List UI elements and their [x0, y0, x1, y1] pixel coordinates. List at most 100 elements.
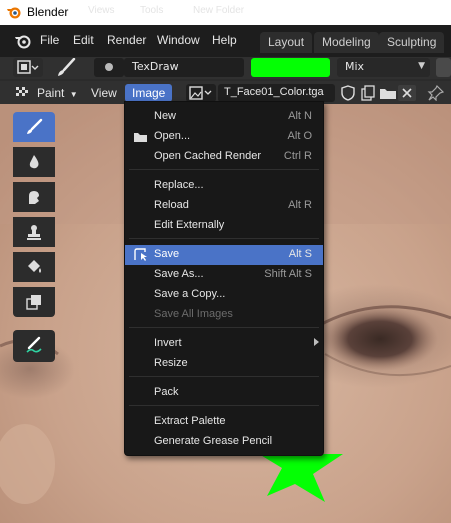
image-name-field[interactable]: T_Face01_Color.tga — [218, 84, 335, 102]
top-menu-bar: File Edit Render Window Help Layout Mode… — [0, 25, 451, 57]
chevron-down-icon: ▼ — [69, 90, 78, 99]
annotate-pencil-icon — [26, 336, 42, 353]
pin-icon[interactable] — [426, 85, 444, 101]
menu-item-label: New — [154, 110, 177, 122]
submenu-arrow-icon — [314, 338, 319, 346]
blend-mode-select[interactable]: Mix ▼ — [337, 58, 430, 77]
tool-settings-bar: TexDraw Mix ▼ — [0, 57, 451, 79]
menu-item-label: Resize — [154, 357, 188, 369]
menu-item-shortcut: Ctrl R — [283, 150, 312, 162]
mode-label: Paint — [37, 86, 65, 100]
menu-item-label: Replace... — [154, 179, 204, 191]
menu-item-open-cached-render[interactable]: Open Cached Render Ctrl R — [125, 147, 323, 167]
menu-item-save-a-copy[interactable]: Save a Copy... — [125, 285, 323, 305]
fill-bucket-icon — [28, 260, 41, 273]
tab-modeling[interactable]: Modeling — [314, 32, 379, 53]
menu-item-shortcut: Shift Alt S — [264, 268, 312, 280]
folder-icon — [134, 133, 147, 142]
fake-user-shield-icon[interactable] — [339, 85, 357, 101]
duplicate-image-icon[interactable] — [359, 85, 377, 101]
menu-item-new[interactable]: New Alt N — [125, 107, 323, 127]
menu-item-label: Save As... — [154, 268, 204, 280]
menu-item-shortcut: Alt S — [288, 248, 312, 260]
menu-separator — [129, 169, 319, 170]
menu-item-label: Reload — [154, 199, 189, 211]
tool-draw[interactable] — [13, 112, 55, 142]
menu-item-label: Generate Grease Pencil — [154, 435, 273, 447]
clone-stamp-icon — [27, 225, 41, 240]
menu-file[interactable]: File — [40, 33, 59, 47]
tab-layout[interactable]: Layout — [260, 32, 313, 53]
menu-item-pack[interactable]: Pack — [125, 383, 323, 403]
menu-separator — [129, 327, 319, 328]
blender-logo-icon — [7, 7, 21, 19]
image-menu-dropdown: New Alt N Open... Alt O Open Cached Render Ct… — [124, 101, 324, 456]
tab-sculpting[interactable]: Sculpting — [379, 32, 445, 53]
radius-field[interactable] — [436, 58, 451, 77]
tool-fill[interactable] — [13, 252, 55, 282]
menu-render[interactable]: Render — [107, 33, 146, 47]
menu-separator — [129, 376, 319, 377]
menu-item-resize[interactable]: Resize — [125, 354, 323, 374]
brush-name-field[interactable]: TexDraw — [124, 58, 244, 77]
brush-preview[interactable] — [94, 58, 124, 77]
menu-item-edit-externally[interactable]: Edit Externally — [125, 216, 323, 236]
tool-mask[interactable] — [13, 287, 55, 317]
menu-item-extract-palette[interactable]: Extract Palette — [125, 412, 323, 432]
close-icon[interactable] — [398, 85, 416, 101]
ghost-label: New Folder — [193, 5, 245, 16]
image-browse-button[interactable] — [186, 84, 216, 102]
menu-edit[interactable]: Edit — [73, 33, 94, 47]
open-folder-icon[interactable] — [379, 85, 397, 101]
save-cursor-icon — [134, 248, 147, 261]
menu-item-label: Pack — [154, 386, 179, 398]
menu-image[interactable]: Image — [125, 84, 173, 102]
tool-smear[interactable] — [13, 182, 55, 212]
menu-item-save[interactable]: Save Alt S — [125, 245, 323, 265]
brush-color-swatch[interactable] — [251, 58, 330, 77]
menu-item-invert[interactable]: Invert — [125, 334, 323, 354]
menu-item-label: Open... — [154, 130, 191, 142]
brush-icon[interactable] — [55, 58, 77, 78]
menu-item-open[interactable]: Open... Alt O — [125, 127, 323, 147]
menu-item-label: Edit Externally — [154, 219, 225, 231]
menu-separator — [129, 238, 319, 239]
smear-hand-icon — [29, 191, 39, 204]
menu-separator — [129, 405, 319, 406]
mode-select[interactable]: Paint ▼ — [33, 84, 82, 102]
ghost-label: Tools — [140, 5, 164, 16]
menu-item-save-as[interactable]: Save As... Shift Alt S — [125, 265, 323, 285]
ghost-label: Views — [88, 5, 115, 16]
menu-item-label: Save a Copy... — [154, 288, 226, 300]
menu-item-label: Invert — [154, 337, 182, 349]
menu-item-reload[interactable]: Reload Alt R — [125, 196, 323, 216]
menu-item-shortcut: Alt R — [288, 199, 312, 211]
mask-icon — [26, 295, 41, 310]
editor-type-selector[interactable] — [13, 58, 43, 77]
menu-item-label: Open Cached Render — [154, 150, 262, 162]
image-icon — [189, 86, 212, 100]
menu-item-shortcut: Alt N — [288, 110, 312, 122]
window-titlebar: Blender Views Tools New Folder — [0, 0, 451, 25]
brush-dot-icon — [105, 63, 113, 71]
tool-annotate[interactable] — [13, 330, 55, 362]
draw-brush-icon — [27, 118, 43, 134]
image-editor-icon — [17, 60, 39, 74]
menu-help[interactable]: Help — [212, 33, 237, 47]
menu-item-save-all-images: Save All Images — [125, 305, 323, 325]
menu-view[interactable]: View — [87, 84, 121, 102]
menu-item-replace[interactable]: Replace... — [125, 176, 323, 196]
window-title: Blender — [27, 5, 69, 19]
blend-mode-value: Mix — [345, 60, 365, 73]
chevron-down-icon: ▼ — [418, 61, 425, 71]
tool-clone[interactable] — [13, 217, 55, 247]
menu-item-shortcut: Alt O — [287, 130, 312, 142]
blender-menu-icon[interactable] — [14, 33, 32, 49]
tool-soften[interactable] — [13, 147, 55, 177]
menu-item-generate-grease-pencil[interactable]: Generate Grease Pencil — [125, 432, 323, 452]
menu-window[interactable]: Window — [157, 33, 200, 47]
soften-drop-icon — [29, 155, 39, 169]
menu-item-label: Extract Palette — [154, 415, 226, 427]
menu-item-label: Save — [154, 248, 180, 260]
menu-item-label: Save All Images — [154, 308, 233, 320]
